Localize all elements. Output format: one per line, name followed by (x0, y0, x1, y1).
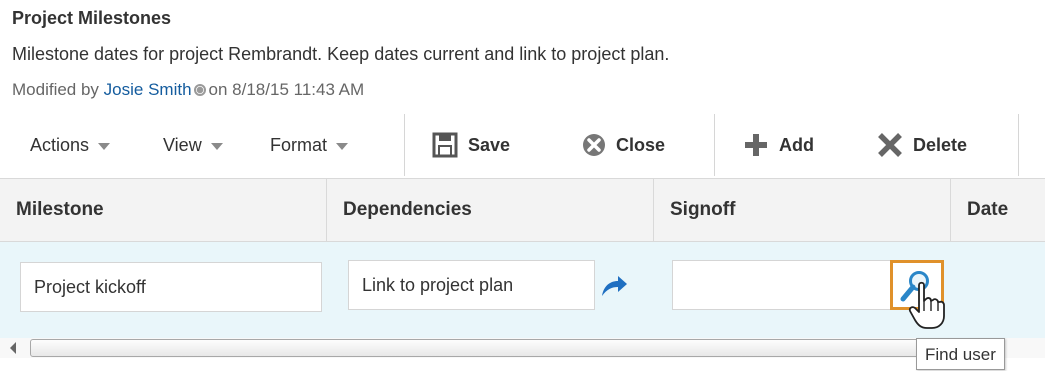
modified-info: Modified by Josie Smith on 8/18/15 11:43 … (12, 80, 364, 100)
add-icon (745, 134, 767, 156)
save-icon (432, 132, 458, 158)
save-button[interactable]: Save (432, 112, 510, 178)
delete-button-label: Delete (913, 134, 968, 155)
link-arrow-icon[interactable] (600, 274, 628, 300)
table-header: Milestone Dependencies Signoff Date (0, 178, 1045, 242)
close-button[interactable]: Close (582, 112, 665, 178)
toolbar: Actions View Format Save Close Add Delet… (0, 112, 1045, 178)
presence-icon (193, 84, 206, 96)
page-description: Milestone dates for project Rembrandt. K… (12, 44, 670, 64)
chevron-down-icon (210, 142, 223, 150)
close-icon (583, 134, 605, 156)
page-title: Project Milestones (12, 8, 172, 28)
actions-menu-label: Actions (30, 134, 90, 155)
save-button-label: Save (468, 134, 511, 155)
milestone-input[interactable]: Project kickoff (20, 262, 322, 312)
close-button-label: Close (616, 134, 666, 155)
view-menu[interactable]: View (163, 112, 223, 178)
dependencies-input[interactable]: Link to project plan (348, 260, 595, 310)
find-user-tooltip: Find user (916, 338, 1005, 370)
horizontal-scrollbar[interactable] (0, 338, 1045, 358)
chevron-down-icon (98, 142, 111, 150)
scroll-thumb[interactable] (30, 339, 992, 357)
hand-cursor-icon (908, 281, 945, 329)
column-header-milestone[interactable]: Milestone (0, 179, 327, 241)
modified-prefix: Modified by (12, 80, 99, 99)
modified-user-link[interactable]: Josie Smith (104, 80, 192, 99)
add-button-label: Add (779, 134, 814, 155)
view-menu-label: View (163, 134, 202, 155)
delete-icon (878, 133, 902, 157)
modified-suffix: on 8/18/15 11:43 AM (208, 80, 365, 99)
add-button[interactable]: Add (743, 112, 814, 178)
format-menu[interactable]: Format (270, 112, 349, 178)
toolbar-divider (404, 114, 405, 176)
toolbar-divider (1018, 114, 1019, 176)
delete-button[interactable]: Delete (877, 112, 967, 178)
column-header-date[interactable]: Date (951, 179, 1045, 241)
scroll-left-icon[interactable] (10, 342, 16, 354)
column-header-dependencies[interactable]: Dependencies (327, 179, 654, 241)
format-menu-label: Format (270, 134, 328, 155)
column-header-signoff[interactable]: Signoff (654, 179, 951, 241)
toolbar-divider (714, 114, 715, 176)
actions-menu[interactable]: Actions (30, 112, 111, 178)
chevron-down-icon (336, 142, 349, 150)
